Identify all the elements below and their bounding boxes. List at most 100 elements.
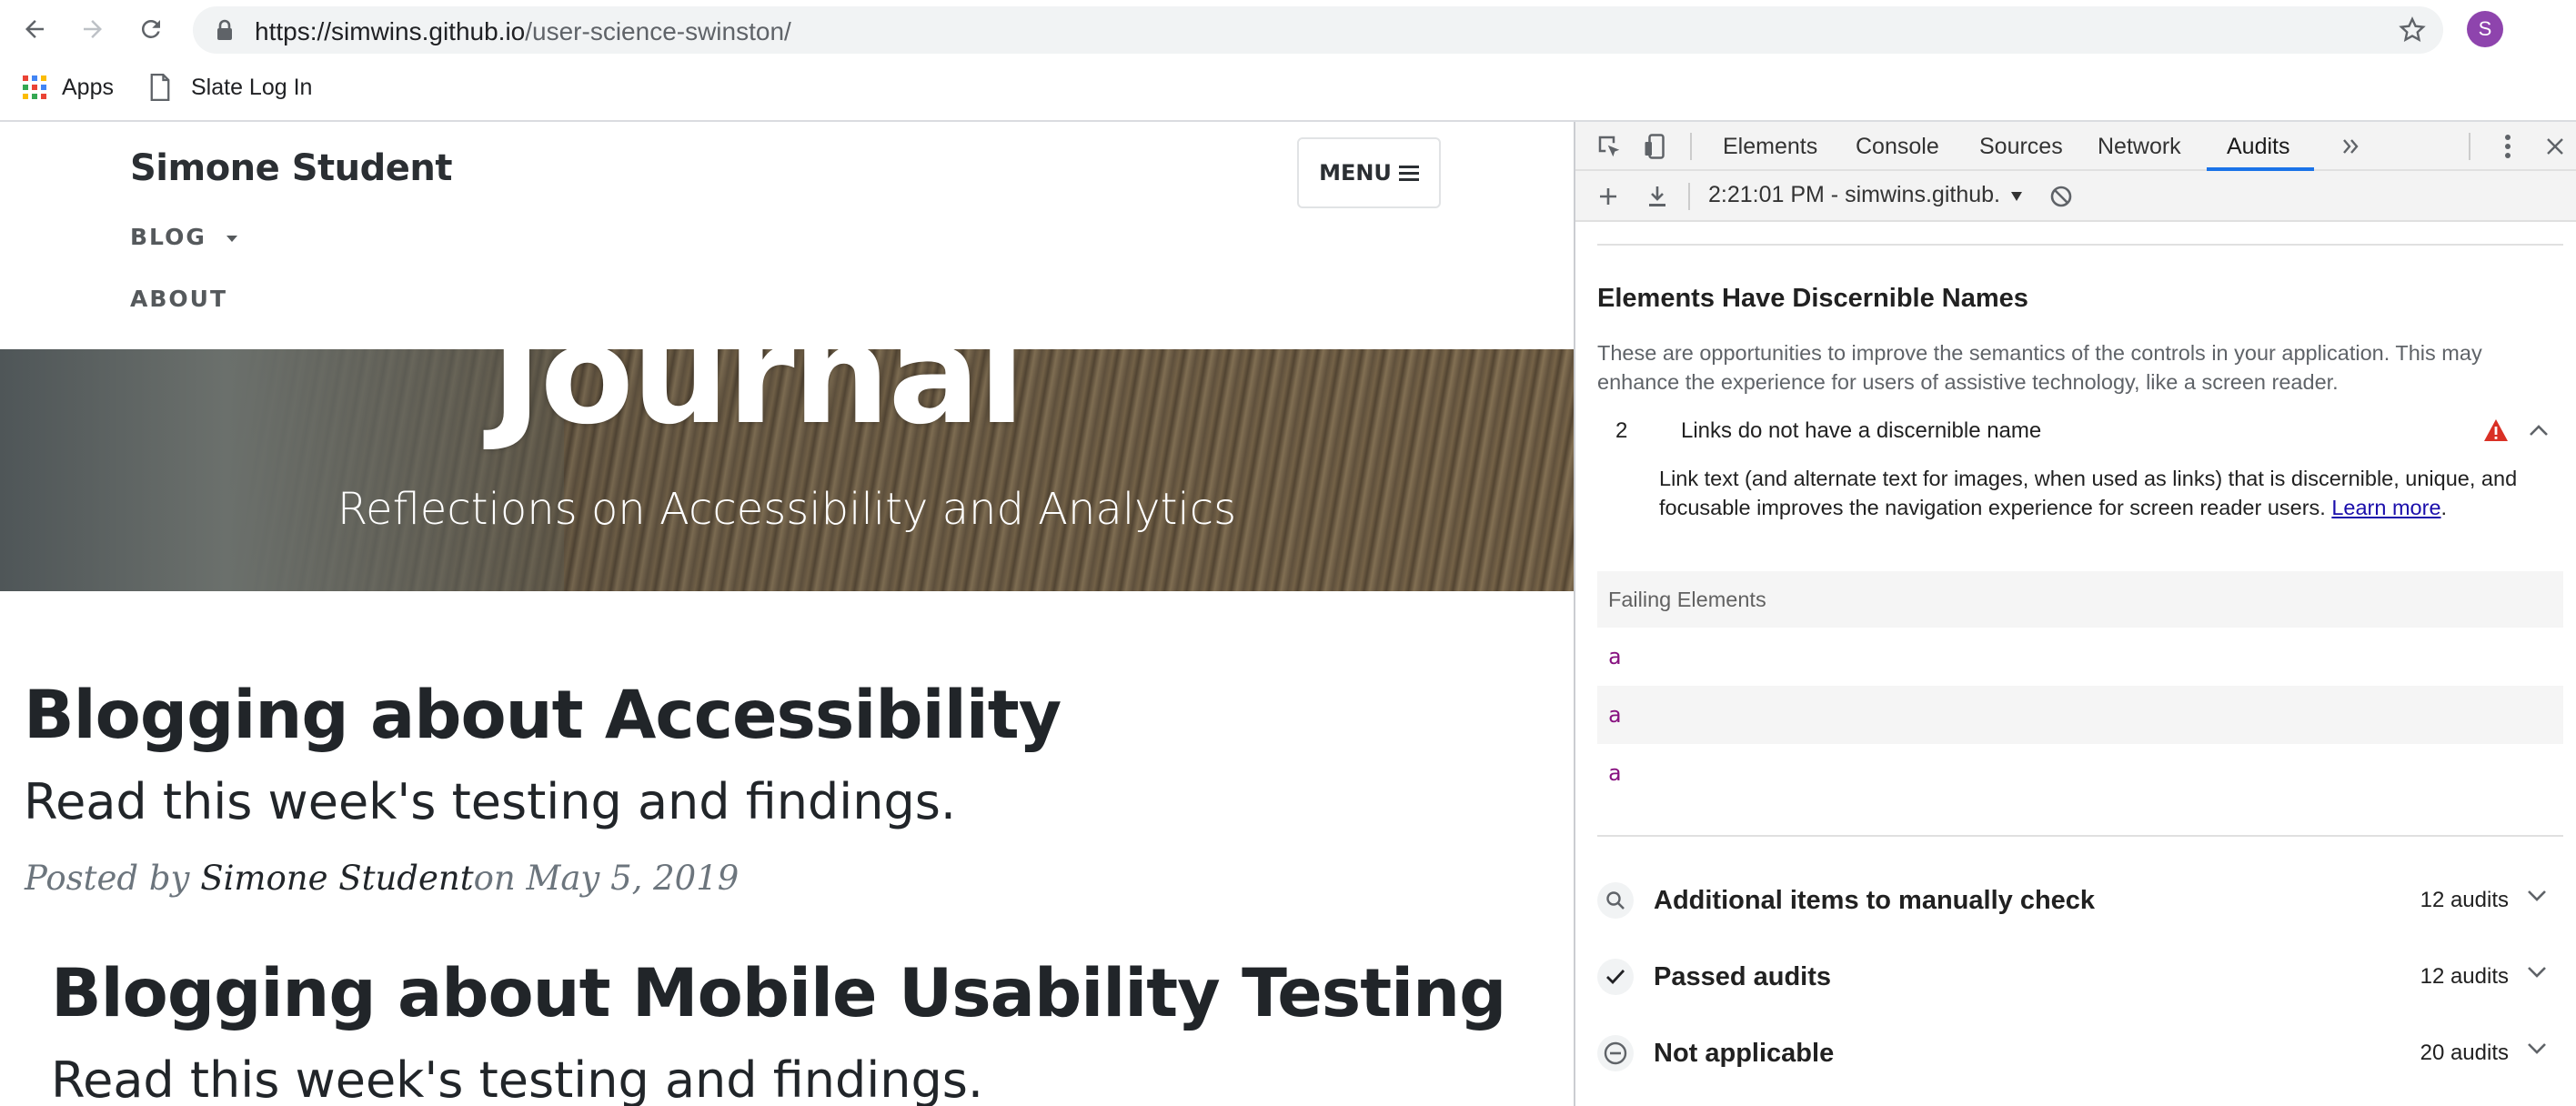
group-not-applicable[interactable]: Not applicable 20 audits (1597, 1024, 2563, 1082)
bookmark-apps[interactable]: Apps (22, 71, 114, 104)
web-page: Journal Reflections on Accessibility and… (0, 122, 1574, 1106)
audit-report: Elements Have Discernible Names These ar… (1575, 222, 2576, 1106)
toolbar-divider (1688, 183, 1690, 210)
audits-toolbar: 2:21:01 PM - simwins.github.io (1575, 171, 2576, 222)
bookmark-slate-log-in[interactable]: Slate Log In (149, 71, 312, 104)
failing-elements-header: Failing Elements (1597, 571, 2563, 628)
post-meta-prefix: Posted by (25, 859, 201, 898)
post-subtitle: Read this week's testing and findings. (24, 773, 957, 830)
group-count: 12 audits (2420, 964, 2509, 989)
clear-block-icon[interactable] (2047, 182, 2076, 211)
divider (1597, 244, 2563, 246)
kebab-menu-icon[interactable] (2492, 131, 2523, 162)
lock-icon (217, 19, 232, 40)
bookmarks-bar: Apps Slate Log In (0, 65, 2576, 107)
url-path: /user-science-swinston/ (525, 17, 791, 45)
hero-subtitle: Reflections on Accessibility and Analyti… (337, 484, 1237, 535)
tab-console[interactable]: Console (1856, 122, 1939, 171)
more-tabs-icon[interactable] (2336, 131, 2367, 162)
group-count: 12 audits (2420, 888, 2509, 912)
bookmark-label: Apps (62, 74, 114, 100)
post-date: on May 5, 2019 (473, 859, 740, 898)
tab-elements[interactable]: Elements (1723, 122, 1817, 171)
group-label: Passed audits (1654, 962, 1832, 991)
period-text: . (2440, 496, 2448, 519)
url-text: https://simwins.github.io/user-science-s… (255, 17, 791, 46)
divider (1597, 835, 2563, 837)
nav-blog[interactable]: BLOG (130, 224, 238, 250)
group-label: Not applicable (1654, 1039, 1835, 1068)
devtools-tab-bar: Elements Console Sources Network Audits (1575, 122, 2576, 171)
minus-circle-icon (1597, 1035, 1634, 1071)
dropdown-triangle-icon (2011, 192, 2022, 201)
group-count: 20 audits (2420, 1041, 2509, 1065)
report-select[interactable]: 2:21:01 PM - simwins.github.io (1708, 182, 1999, 208)
plus-icon[interactable] (1594, 182, 1623, 211)
url-host: https://simwins.github.io (255, 17, 526, 45)
failing-element-row[interactable]: a (1597, 686, 2563, 744)
apps-grid-icon (23, 75, 46, 99)
tab-audits[interactable]: Audits (2227, 122, 2289, 171)
nav-about[interactable]: ABOUT (130, 286, 227, 312)
site-header: Simone Student BLOG ABOUT MENU (0, 122, 1574, 349)
close-icon[interactable] (2540, 131, 2571, 162)
post-subtitle: Read this week's testing and findings. (51, 1051, 984, 1106)
group-additional-manual-checks[interactable]: Additional items to manually check 12 au… (1597, 871, 2563, 930)
caret-down-icon (226, 236, 237, 242)
failing-element-node[interactable]: a (1608, 760, 1621, 786)
audit-count: 2 (1615, 418, 1628, 443)
reload-icon (141, 19, 160, 38)
site-title[interactable]: Simone Student (130, 147, 452, 189)
toolbar-divider (1690, 133, 1692, 160)
hamburger-icon (1398, 166, 1419, 181)
browser-chrome: https://simwins.github.io/user-science-s… (0, 0, 2576, 122)
checkmark-icon (1597, 959, 1634, 995)
forward-button[interactable] (75, 11, 111, 47)
inspect-element-icon[interactable] (1594, 131, 1625, 162)
post-meta: Posted by Simone Studenton May 5, 2019 (25, 859, 739, 898)
hero-background (0, 349, 564, 591)
bookmark-star-icon[interactable] (2398, 15, 2427, 45)
reload-button[interactable] (133, 11, 169, 47)
address-bar[interactable]: https://simwins.github.io/user-science-s… (193, 6, 2443, 54)
failing-elements-label: Failing Elements (1608, 588, 1766, 611)
hero-title: Journal (491, 349, 1025, 455)
post-title[interactable]: Blogging about Accessibility (24, 677, 1062, 754)
back-button[interactable] (16, 11, 53, 47)
learn-more-link[interactable]: Learn more (2331, 496, 2440, 519)
audit-description: Link text (and alternate text for images… (1659, 464, 2560, 522)
chevron-down-icon (2528, 967, 2546, 978)
failing-element-row[interactable]: a (1597, 744, 2563, 802)
menu-button[interactable]: MENU (1297, 137, 1441, 208)
bookmark-label: Slate Log In (191, 74, 313, 100)
audit-group-title: Elements Have Discernible Names (1597, 284, 2028, 313)
warning-triangle-icon (2484, 419, 2508, 441)
group-passed-audits[interactable]: Passed audits 12 audits (1597, 948, 2563, 1006)
devtools-panel: Elements Console Sources Network Audits … (1574, 122, 2576, 1106)
audit-row-links-discernible-name[interactable]: 2 Links do not have a discernible name (1597, 404, 2563, 455)
search-icon (1597, 882, 1634, 919)
audit-group-description: These are opportunities to improve the s… (1597, 341, 2482, 394)
failing-element-node[interactable]: a (1608, 644, 1621, 669)
arrow-right-icon (84, 20, 102, 38)
post-author[interactable]: Simone Student (200, 859, 473, 898)
post-title[interactable]: Blogging about Mobile Usability Testing (51, 955, 1506, 1032)
download-icon[interactable] (1643, 182, 1672, 211)
profile-avatar[interactable]: S (2467, 11, 2503, 47)
failing-element-node[interactable]: a (1608, 702, 1621, 728)
menu-label: MENU (1319, 160, 1392, 186)
chevron-down-icon (2528, 1043, 2546, 1054)
hero-banner: Journal Reflections on Accessibility and… (0, 349, 1574, 591)
document-icon (150, 74, 170, 101)
failing-element-row[interactable]: a (1597, 628, 2563, 686)
group-label: Additional items to manually check (1654, 886, 2096, 915)
tab-sources[interactable]: Sources (1979, 122, 2063, 171)
nav-label: BLOG (130, 224, 206, 250)
arrow-left-icon (25, 20, 44, 38)
toolbar-divider (2469, 133, 2470, 160)
tab-network[interactable]: Network (2098, 122, 2181, 171)
device-toolbar-icon[interactable] (1641, 131, 1672, 162)
chevron-down-icon (2528, 890, 2546, 901)
chevron-up-icon[interactable] (2529, 424, 2549, 437)
audit-title: Links do not have a discernible name (1681, 418, 2042, 443)
